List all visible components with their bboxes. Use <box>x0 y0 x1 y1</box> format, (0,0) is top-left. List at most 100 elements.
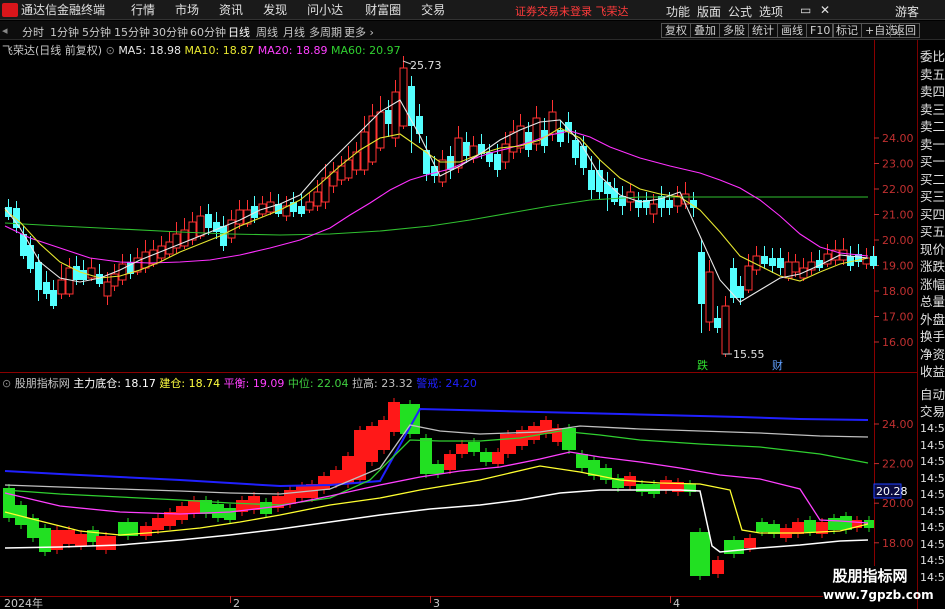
main-candle <box>705 260 714 331</box>
trade-label[interactable]: 交易 <box>920 401 945 420</box>
indicator-block <box>152 514 164 534</box>
adjust-button[interactable]: 复权 <box>661 23 691 38</box>
period-more[interactable]: 更多 › <box>344 24 374 40</box>
draw-line-button[interactable]: 画线 <box>777 23 807 38</box>
return-button[interactable]: 返回 <box>890 23 920 38</box>
indicator-block <box>500 430 516 458</box>
statistics-button[interactable]: 统计 <box>748 23 778 38</box>
indicator-block <box>388 398 400 436</box>
period-intraday[interactable]: 分时 <box>22 24 44 40</box>
indicator-block <box>118 518 138 540</box>
legend-middle: 中位: 22.04 <box>287 377 349 390</box>
main-candle <box>752 246 761 275</box>
ma60-line <box>4 196 868 236</box>
main-candle <box>509 120 518 159</box>
main-candle <box>96 264 103 287</box>
main-candle <box>165 232 174 257</box>
main-candle <box>721 296 730 357</box>
period-1min[interactable]: 1分钟 <box>50 24 79 40</box>
menu-trade[interactable]: 交易 <box>421 1 445 18</box>
tick-time: 14:56 <box>920 438 945 452</box>
indicator-settings-icon[interactable]: ⊙ <box>2 377 11 390</box>
sub-y-tick-label: 24.00 <box>882 418 914 431</box>
menu-market[interactable]: 市场 <box>175 1 199 18</box>
main-candle <box>180 218 189 249</box>
x-label-apr: 4 <box>673 597 680 609</box>
indicator-block <box>724 536 744 558</box>
tick-time: 14:56 <box>920 488 945 501</box>
indicator-block <box>444 450 456 474</box>
main-candle <box>658 186 665 217</box>
main-candle <box>791 254 800 277</box>
main-candle <box>20 226 27 259</box>
x-label-mar: 3 <box>433 597 440 609</box>
main-y-tick-label: 18.00 <box>882 285 914 298</box>
menu-wealth-circle[interactable]: 财富圈 <box>365 1 401 18</box>
main-candle <box>344 146 353 181</box>
main-candle <box>329 162 338 193</box>
main-candle <box>777 248 784 275</box>
quote-field-label: 委比 <box>920 49 945 64</box>
main-candle <box>730 258 737 303</box>
ma5-legend: MA5: 18.98 <box>118 44 182 57</box>
quote-side-panel: 委比 卖五 卖四 卖三 卖二 卖一 买一 买二 买三 买四 买五 现价 涨跌 涨幅 总量 外盘 换手 净资 收益 自… <box>917 40 945 609</box>
window-close-icon[interactable]: ✕ <box>820 3 830 17</box>
main-candle <box>213 212 220 239</box>
legend-raise: 拉高: 23.32 <box>352 377 413 390</box>
f10-button[interactable]: F10 <box>806 23 835 38</box>
main-candle <box>619 186 626 215</box>
drop-marker: 跌 <box>697 358 708 372</box>
menu-formula[interactable]: 公式 <box>728 3 752 20</box>
quote-field-label: 卖二 <box>920 119 945 134</box>
menu-options[interactable]: 选项 <box>759 3 783 20</box>
main-candle <box>368 104 377 165</box>
menu-news[interactable]: 资讯 <box>219 1 243 18</box>
window-restore-icon[interactable]: ▭ <box>800 3 811 17</box>
main-candle <box>649 194 658 223</box>
period-15min[interactable]: 15分钟 <box>114 24 150 40</box>
overlay-button[interactable]: 叠加 <box>690 23 720 38</box>
tick-time: 14:56 <box>920 521 945 534</box>
period-weekly[interactable]: 周线 <box>256 24 278 40</box>
period-5min[interactable]: 5分钟 <box>82 24 111 40</box>
period-multi[interactable]: 多周期 <box>309 24 342 40</box>
sub-y-tick-label: 22.00 <box>882 458 914 471</box>
indicator-block <box>224 504 236 524</box>
sub-y-tick-label: 20.00 <box>882 497 914 510</box>
main-y-tick-label: 22.00 <box>882 183 914 196</box>
menu-ask[interactable]: 问小达 <box>307 1 343 18</box>
quote-field-label: 总量 <box>920 294 945 309</box>
ma20-legend: MA20: 18.89 <box>257 44 328 57</box>
main-candle <box>157 236 166 261</box>
menu-layout[interactable]: 版面 <box>697 3 721 20</box>
back-arrow-icon[interactable]: ◂ <box>2 24 8 37</box>
raise-line <box>4 424 869 495</box>
main-candle <box>761 246 768 269</box>
period-daily[interactable]: 日线 <box>228 24 250 40</box>
period-monthly[interactable]: 月线 <box>283 24 305 40</box>
indicator-block <box>164 508 176 530</box>
menu-functions[interactable]: 功能 <box>666 3 690 20</box>
indicator-block <box>51 526 63 554</box>
period-60min[interactable]: 60分钟 <box>190 24 226 40</box>
main-y-tick-label: 23.00 <box>882 158 914 171</box>
watermark-url: www.7gpzb.com <box>823 588 934 602</box>
login-notice: 证券交易未登录 飞荣达 <box>515 5 629 18</box>
settings-icon[interactable]: ⊙ <box>106 44 115 57</box>
quote-field-label: 涨幅 <box>920 276 945 292</box>
quote-field-label: 现价 <box>920 241 945 257</box>
indicator-block <box>39 524 51 556</box>
multi-stock-button[interactable]: 多股 <box>719 23 749 38</box>
main-candle <box>321 164 330 209</box>
kline-chart[interactable]: 24.00 23.00 22.00 21.00 20.00 19.00 18.00 17.00… <box>0 40 945 609</box>
mark-button[interactable]: 标记 <box>832 23 862 38</box>
main-candle <box>604 172 611 211</box>
current-value-label: 20.28 <box>876 485 908 498</box>
period-30min[interactable]: 30分钟 <box>152 24 188 40</box>
indicator-block <box>366 422 378 466</box>
quote-field-label: 卖三 <box>920 101 945 117</box>
main-candle <box>799 258 808 281</box>
menu-quotes[interactable]: 行情 <box>131 1 155 18</box>
menu-discover[interactable]: 发现 <box>263 1 287 18</box>
guest-login[interactable]: 游客 <box>895 3 919 20</box>
